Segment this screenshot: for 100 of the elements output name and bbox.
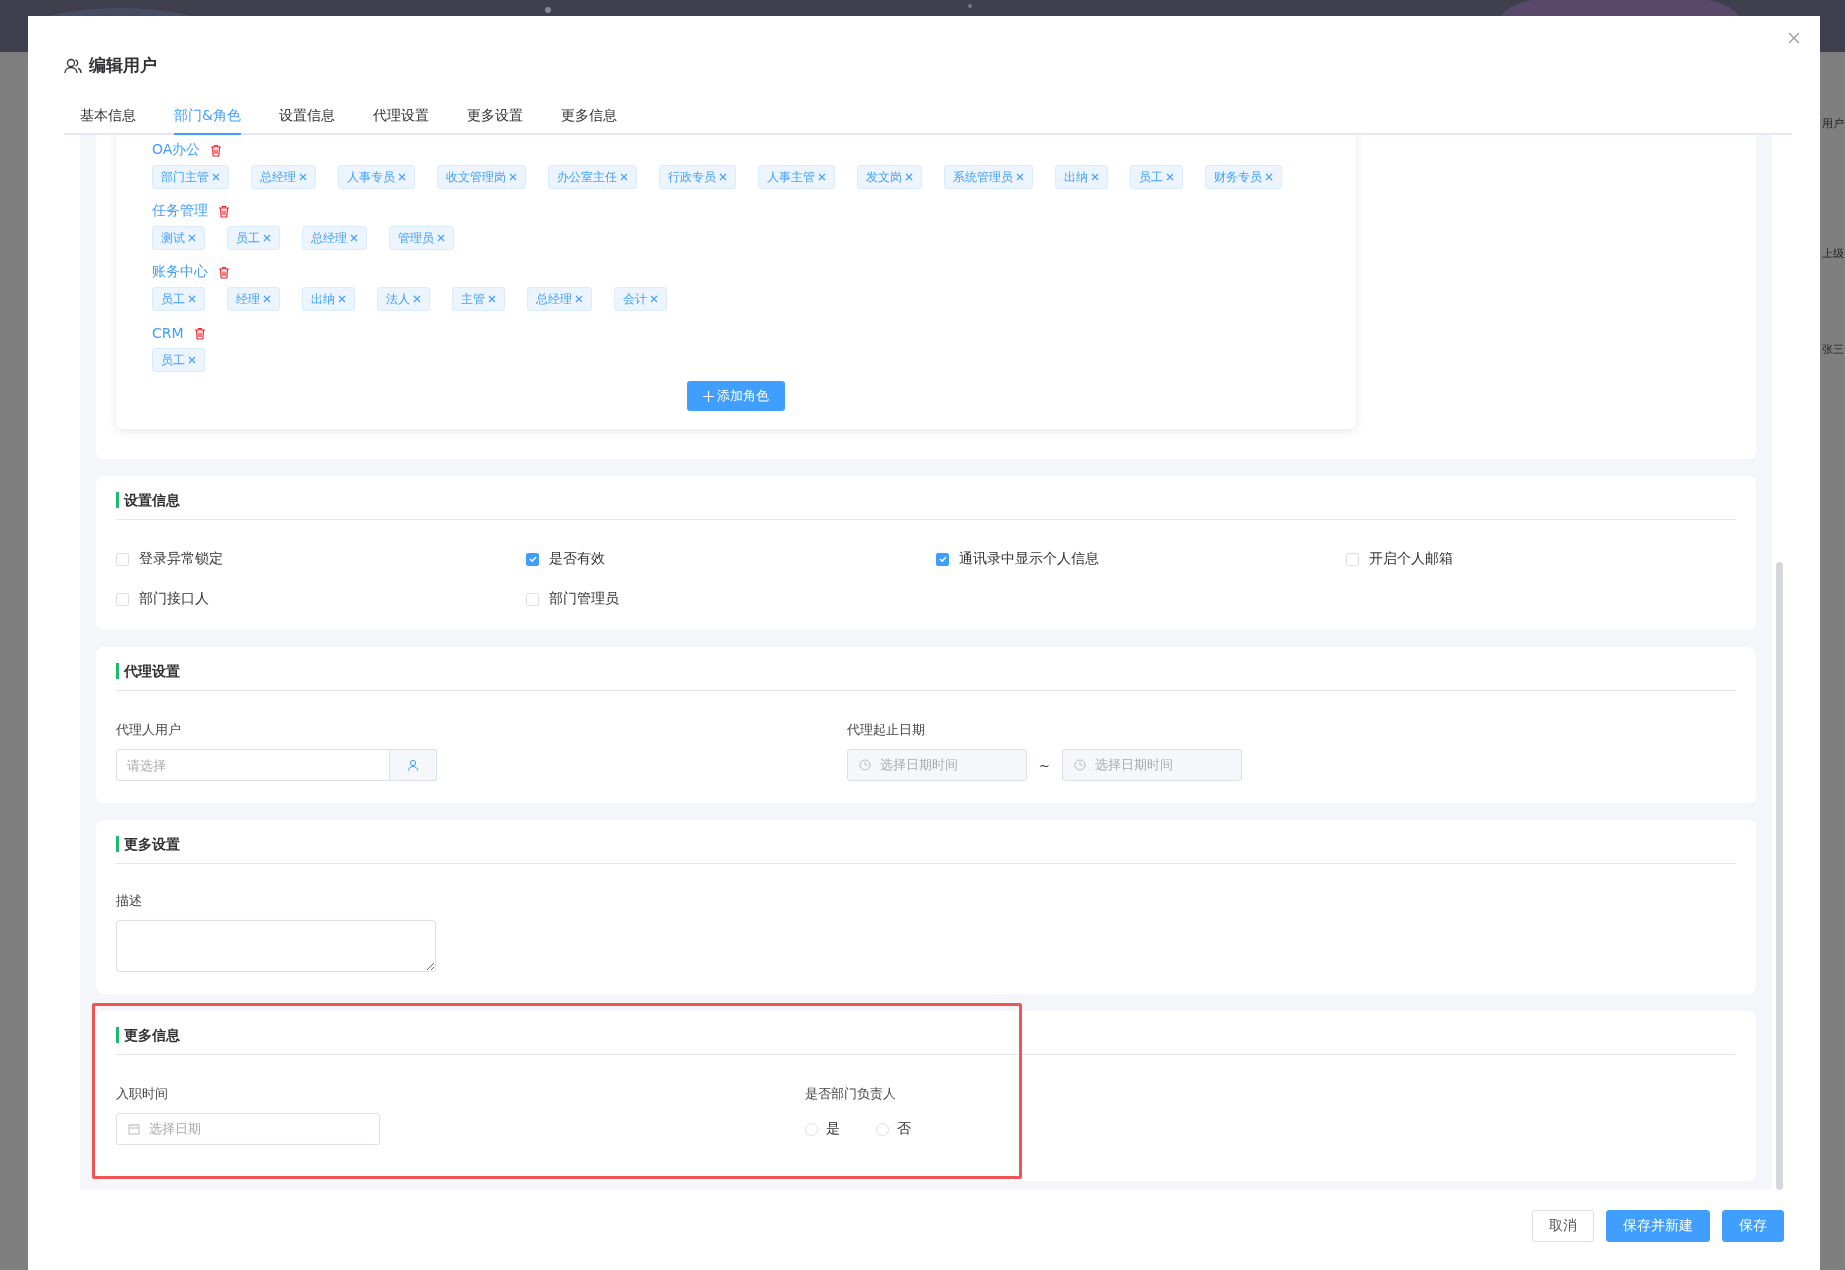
remove-icon[interactable] — [188, 356, 196, 364]
checkbox-label: 开启个人邮箱 — [1369, 550, 1453, 568]
radio-label: 否 — [897, 1120, 911, 1138]
remove-icon[interactable] — [509, 173, 517, 181]
role-tag: 员工 — [152, 348, 205, 372]
background-text: 上级 — [1822, 246, 1844, 261]
role-tag: 员工 — [227, 226, 280, 250]
tab[interactable]: 基本信息 — [80, 107, 136, 135]
checkbox-label: 部门接口人 — [139, 590, 209, 608]
checkbox-label: 是否有效 — [549, 550, 605, 568]
remove-icon[interactable] — [1166, 173, 1174, 181]
remove-icon[interactable] — [818, 173, 826, 181]
trash-icon[interactable] — [218, 204, 230, 218]
date-field[interactable]: 选择日期 — [116, 1113, 380, 1145]
remove-icon[interactable] — [719, 173, 727, 181]
checkbox[interactable] — [526, 552, 539, 566]
department-name: OA办公 — [152, 141, 201, 159]
field-label: 是否部门负责人 — [805, 1085, 897, 1103]
remove-icon[interactable] — [338, 295, 346, 303]
field-label: 描述 — [116, 892, 143, 910]
remove-icon[interactable] — [299, 173, 307, 181]
checkbox-label: 部门管理员 — [549, 590, 619, 608]
remove-icon[interactable] — [1016, 173, 1024, 181]
trash-icon[interactable] — [218, 265, 230, 279]
close-icon[interactable] — [1788, 32, 1800, 44]
remove-icon[interactable] — [1091, 173, 1099, 181]
role-tag: 办公室主任 — [548, 165, 637, 189]
role-tag: 人事主管 — [758, 165, 835, 189]
remove-icon[interactable] — [350, 234, 358, 242]
role-tag: 财务专员 — [1205, 165, 1282, 189]
role-tag: 员工 — [152, 287, 205, 311]
role-tag: 法人 — [377, 287, 430, 311]
remove-icon[interactable] — [1265, 173, 1273, 181]
remove-icon[interactable] — [488, 295, 496, 303]
remove-icon[interactable] — [398, 173, 406, 181]
section-title: 更多设置 — [116, 836, 180, 852]
role-tag: 总经理 — [251, 165, 316, 189]
trash-icon[interactable] — [193, 326, 206, 340]
role-tag: 总经理 — [302, 226, 367, 250]
clock-icon — [859, 759, 871, 771]
user-icon — [407, 759, 419, 771]
field-label: 代理人用户 — [116, 721, 182, 739]
remove-icon[interactable] — [620, 173, 628, 181]
role-tag: 出纳 — [302, 287, 355, 311]
remove-icon[interactable] — [188, 234, 196, 242]
cancel-button[interactable]: 取消 — [1532, 1210, 1594, 1242]
remove-icon[interactable] — [905, 173, 913, 181]
remove-icon[interactable] — [650, 295, 658, 303]
range-separator: ~ — [1039, 757, 1050, 773]
department-name: CRM — [152, 325, 184, 341]
role-tag: 部门主管 — [152, 165, 229, 189]
role-tag: 经理 — [227, 287, 280, 311]
role-tag: 系统管理员 — [944, 165, 1033, 189]
tab[interactable]: 代理设置 — [372, 107, 429, 135]
remove-icon[interactable] — [413, 295, 421, 303]
role-tag: 员工 — [1130, 165, 1183, 189]
tab[interactable]: 更多信息 — [560, 107, 617, 135]
role-tag: 收文管理岗 — [437, 165, 526, 189]
remove-icon[interactable] — [263, 234, 271, 242]
checkbox-label: 通讯录中显示个人信息 — [959, 550, 1099, 568]
primary-button[interactable]: 保存并新建 — [1606, 1210, 1710, 1242]
description-field[interactable] — [116, 920, 436, 972]
primary-button[interactable]: 保存 — [1722, 1210, 1784, 1242]
role-tag: 主管 — [452, 287, 505, 311]
field-label: 代理起止日期 — [847, 721, 926, 739]
add-role-button[interactable]: 添加角色 — [687, 381, 785, 411]
remove-icon[interactable] — [212, 173, 220, 181]
role-tag: 会计 — [614, 287, 667, 311]
calendar-icon — [128, 1123, 140, 1135]
role-tag: 测试 — [152, 226, 205, 250]
tab[interactable]: 更多设置 — [466, 107, 523, 135]
remove-icon[interactable] — [188, 295, 196, 303]
clock-icon — [1073, 759, 1086, 771]
section-title: 代理设置 — [116, 663, 180, 679]
background-text: 用户 — [1822, 116, 1844, 131]
date-time-field[interactable]: 选择日期时间 — [1061, 749, 1242, 781]
trash-icon[interactable] — [210, 143, 223, 157]
role-tag: 总经理 — [527, 287, 592, 311]
role-tag: 发文岗 — [857, 165, 922, 189]
scrollbar-thumb[interactable] — [1776, 562, 1783, 1190]
tab[interactable]: 设置信息 — [278, 107, 335, 135]
user-select-button[interactable] — [390, 749, 437, 781]
role-tag: 出纳 — [1055, 165, 1108, 189]
department-name: 账务中心 — [152, 263, 208, 281]
remove-icon[interactable] — [437, 234, 445, 242]
window-title: 编辑用户 — [89, 54, 157, 77]
field-label: 入职时间 — [116, 1085, 169, 1103]
date-time-field[interactable]: 选择日期时间 — [847, 749, 1027, 781]
role-tag: 管理员 — [389, 226, 454, 250]
department-name: 任务管理 — [152, 202, 208, 220]
role-tag: 人事专员 — [338, 165, 415, 189]
section-title: 更多信息 — [116, 1027, 180, 1043]
section-title: 设置信息 — [116, 492, 180, 508]
remove-icon[interactable] — [575, 295, 583, 303]
radio-label: 是 — [826, 1120, 840, 1138]
role-tag: 行政专员 — [659, 165, 736, 189]
users-icon — [64, 57, 82, 74]
remove-icon[interactable] — [263, 295, 271, 303]
checkbox[interactable] — [936, 552, 949, 566]
input-field[interactable]: 请选择 — [116, 749, 390, 781]
